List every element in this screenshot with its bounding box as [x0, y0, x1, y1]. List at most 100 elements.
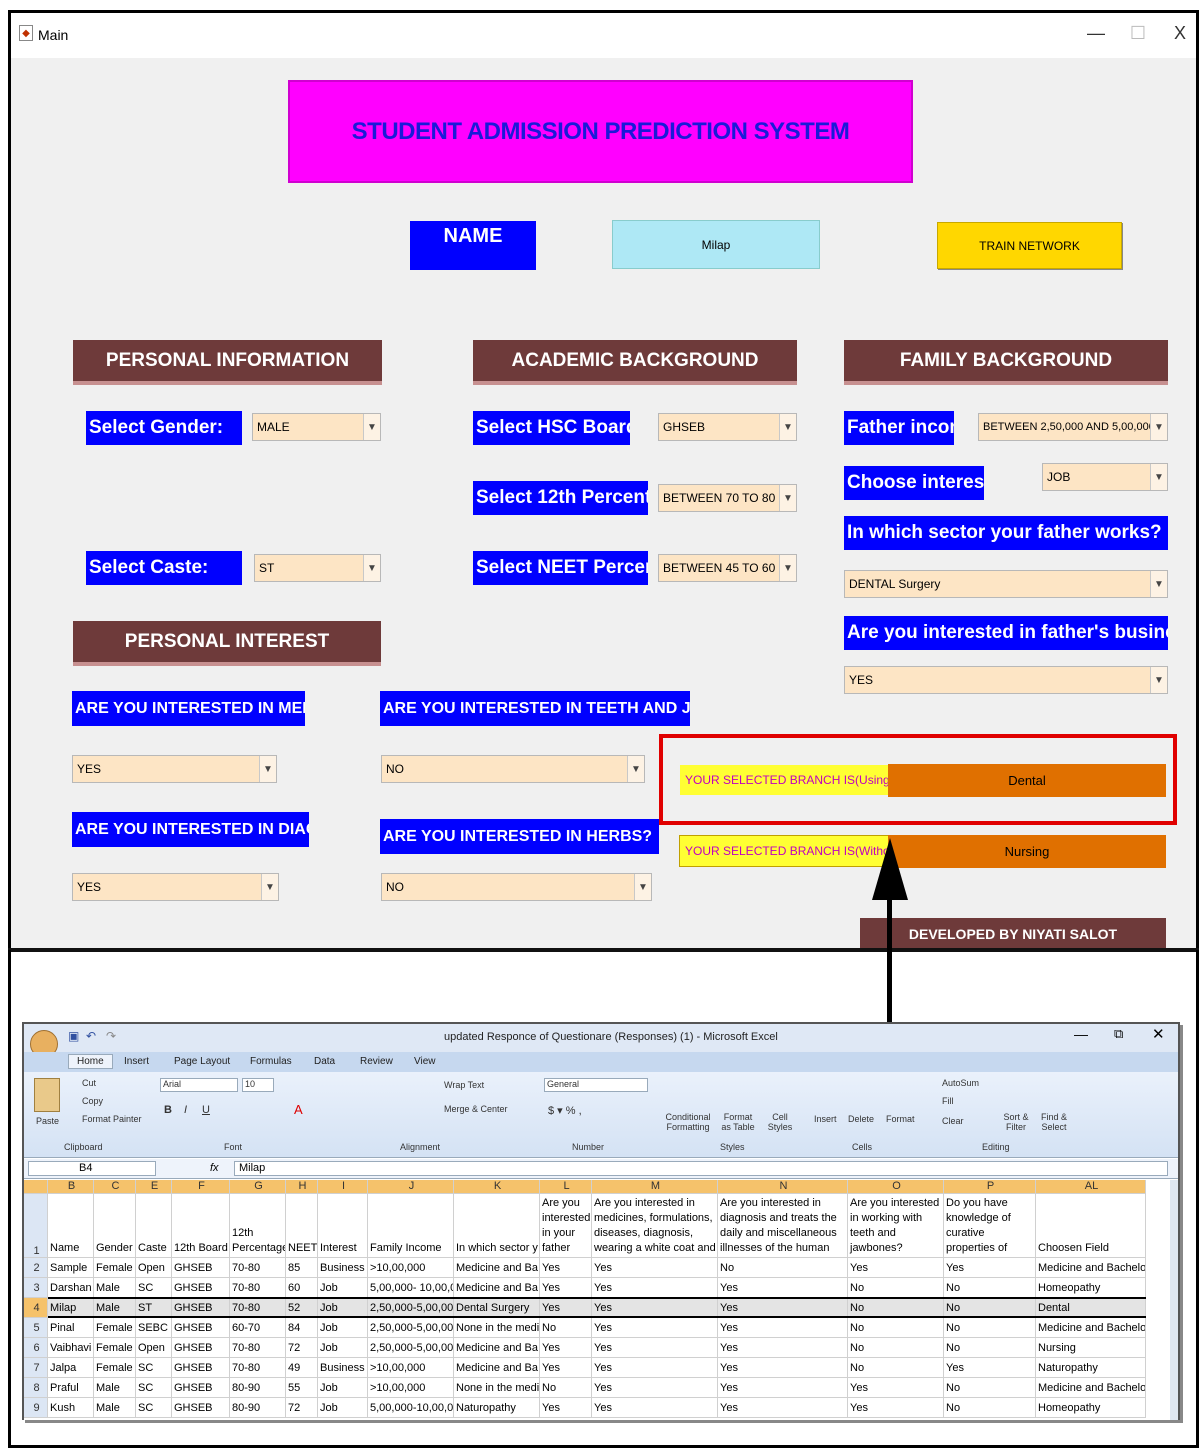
table-cell[interactable]: SC: [136, 1278, 172, 1298]
table-cell[interactable]: 84: [286, 1318, 318, 1338]
table-cell[interactable]: >10,00,000: [368, 1258, 454, 1278]
table-cell[interactable]: Darshan: [48, 1278, 94, 1298]
row-number[interactable]: 1: [24, 1194, 48, 1258]
name-input[interactable]: Milap: [612, 220, 820, 269]
header-cell[interactable]: In which sector y: [454, 1194, 540, 1258]
table-cell[interactable]: Job: [318, 1298, 368, 1318]
table-cell[interactable]: Yes: [540, 1278, 592, 1298]
header-cell[interactable]: Interest: [318, 1194, 368, 1258]
delete-cells-button[interactable]: Delete: [848, 1114, 874, 1124]
font-color-icon[interactable]: A: [294, 1102, 303, 1117]
table-cell[interactable]: >10,00,000: [368, 1358, 454, 1378]
table-cell[interactable]: Medicine and Ba: [454, 1338, 540, 1358]
table-cell[interactable]: Medicine and Bachelor: [1036, 1378, 1146, 1398]
table-cell[interactable]: No: [944, 1378, 1036, 1398]
save-icon[interactable]: ▣: [68, 1029, 79, 1043]
father-business-dropdown[interactable]: YES ▼: [844, 666, 1168, 694]
close-button[interactable]: X: [1167, 23, 1193, 44]
table-cell[interactable]: 2,50,000-5,00,00: [368, 1298, 454, 1318]
font-name-box[interactable]: Arial: [160, 1078, 238, 1092]
tab-review[interactable]: Review: [360, 1056, 393, 1067]
merge-center-button[interactable]: Merge & Center: [444, 1104, 508, 1114]
table-cell[interactable]: Yes: [540, 1258, 592, 1278]
autosum-button[interactable]: AutoSum: [942, 1078, 979, 1088]
cell-styles-button[interactable]: Cell Styles: [762, 1112, 798, 1132]
excel-minimize-button[interactable]: —: [1074, 1026, 1088, 1042]
twelfth-percentage-dropdown[interactable]: BETWEEN 70 TO 80 ▼: [658, 484, 797, 512]
medicine-dropdown[interactable]: YES ▼: [72, 755, 277, 783]
table-cell[interactable]: Naturopathy: [1036, 1358, 1146, 1378]
table-cell[interactable]: GHSEB: [172, 1298, 230, 1318]
table-cell[interactable]: Medicine and Ba: [454, 1358, 540, 1378]
table-cell[interactable]: Female: [94, 1338, 136, 1358]
table-cell[interactable]: No: [944, 1398, 1036, 1418]
table-cell[interactable]: GHSEB: [172, 1278, 230, 1298]
format-as-table-button[interactable]: Format as Table: [718, 1112, 758, 1132]
table-cell[interactable]: Vaibhavi: [48, 1338, 94, 1358]
table-cell[interactable]: Dental: [1036, 1298, 1146, 1318]
tab-formulas[interactable]: Formulas: [250, 1056, 292, 1067]
table-cell[interactable]: No: [540, 1318, 592, 1338]
table-cell[interactable]: 5,00,000- 10,00,0: [368, 1278, 454, 1298]
hsc-board-dropdown[interactable]: GHSEB ▼: [658, 413, 797, 441]
table-cell[interactable]: 72: [286, 1338, 318, 1358]
table-cell[interactable]: 2,50,000-5,00,00: [368, 1318, 454, 1338]
table-cell[interactable]: Yes: [540, 1338, 592, 1358]
table-cell[interactable]: 5,00,000-10,00,0: [368, 1398, 454, 1418]
number-format-box[interactable]: General: [544, 1078, 648, 1092]
clear-button[interactable]: Clear: [942, 1116, 964, 1126]
table-cell[interactable]: SEBC: [136, 1318, 172, 1338]
table-cell[interactable]: Medicine and Ba: [454, 1258, 540, 1278]
header-cell[interactable]: Family Income: [368, 1194, 454, 1258]
insert-cells-button[interactable]: Insert: [814, 1114, 837, 1124]
minimize-button[interactable]: —: [1083, 23, 1109, 44]
table-cell[interactable]: Yes: [718, 1378, 848, 1398]
table-cell[interactable]: No: [848, 1318, 944, 1338]
table-cell[interactable]: Job: [318, 1338, 368, 1358]
table-cell[interactable]: No: [944, 1338, 1036, 1358]
table-cell[interactable]: ST: [136, 1298, 172, 1318]
excel-close-button[interactable]: ✕: [1152, 1025, 1165, 1043]
table-cell[interactable]: None in the medi: [454, 1378, 540, 1398]
table-cell[interactable]: No: [848, 1338, 944, 1358]
table-cell[interactable]: Yes: [592, 1318, 718, 1338]
redo-icon[interactable]: ↷: [106, 1029, 116, 1043]
table-cell[interactable]: Yes: [592, 1278, 718, 1298]
table-cell[interactable]: GHSEB: [172, 1358, 230, 1378]
table-cell[interactable]: GHSEB: [172, 1338, 230, 1358]
vertical-scrollbar[interactable]: [1170, 1180, 1178, 1420]
column-header[interactable]: L: [540, 1180, 592, 1194]
paste-button[interactable]: [34, 1078, 60, 1112]
table-cell[interactable]: No: [848, 1298, 944, 1318]
father-income-dropdown[interactable]: BETWEEN 2,50,000 AND 5,00,000 ▼: [978, 413, 1168, 441]
table-cell[interactable]: GHSEB: [172, 1398, 230, 1418]
column-header[interactable]: B: [48, 1180, 94, 1194]
tab-insert[interactable]: Insert: [124, 1056, 149, 1067]
table-cell[interactable]: Yes: [592, 1398, 718, 1418]
table-cell[interactable]: 49: [286, 1358, 318, 1378]
table-cell[interactable]: 72: [286, 1398, 318, 1418]
column-header[interactable]: C: [94, 1180, 136, 1194]
caste-dropdown[interactable]: ST ▼: [254, 554, 381, 582]
table-cell[interactable]: Yes: [848, 1398, 944, 1418]
table-cell[interactable]: Yes: [718, 1318, 848, 1338]
interest-dropdown[interactable]: JOB ▼: [1042, 463, 1168, 491]
table-cell[interactable]: Female: [94, 1358, 136, 1378]
table-cell[interactable]: No: [848, 1278, 944, 1298]
header-cell[interactable]: 12th Board: [172, 1194, 230, 1258]
table-cell[interactable]: None in the medi: [454, 1318, 540, 1338]
table-cell[interactable]: Kush: [48, 1398, 94, 1418]
column-header[interactable]: P: [944, 1180, 1036, 1194]
format-cells-button[interactable]: Format: [886, 1114, 915, 1124]
table-cell[interactable]: SC: [136, 1378, 172, 1398]
table-cell[interactable]: No: [848, 1358, 944, 1378]
header-cell[interactable]: Are you interested in medicines, formula…: [592, 1194, 718, 1258]
table-cell[interactable]: No: [944, 1298, 1036, 1318]
table-cell[interactable]: Open: [136, 1258, 172, 1278]
table-cell[interactable]: Female: [94, 1318, 136, 1338]
row-number[interactable]: 4: [24, 1298, 48, 1318]
header-cell[interactable]: Do you have knowledge of curative proper…: [944, 1194, 1036, 1258]
find-select-button[interactable]: Find & Select: [1034, 1112, 1074, 1132]
row-number[interactable]: 7: [24, 1358, 48, 1378]
table-cell[interactable]: Yes: [944, 1258, 1036, 1278]
